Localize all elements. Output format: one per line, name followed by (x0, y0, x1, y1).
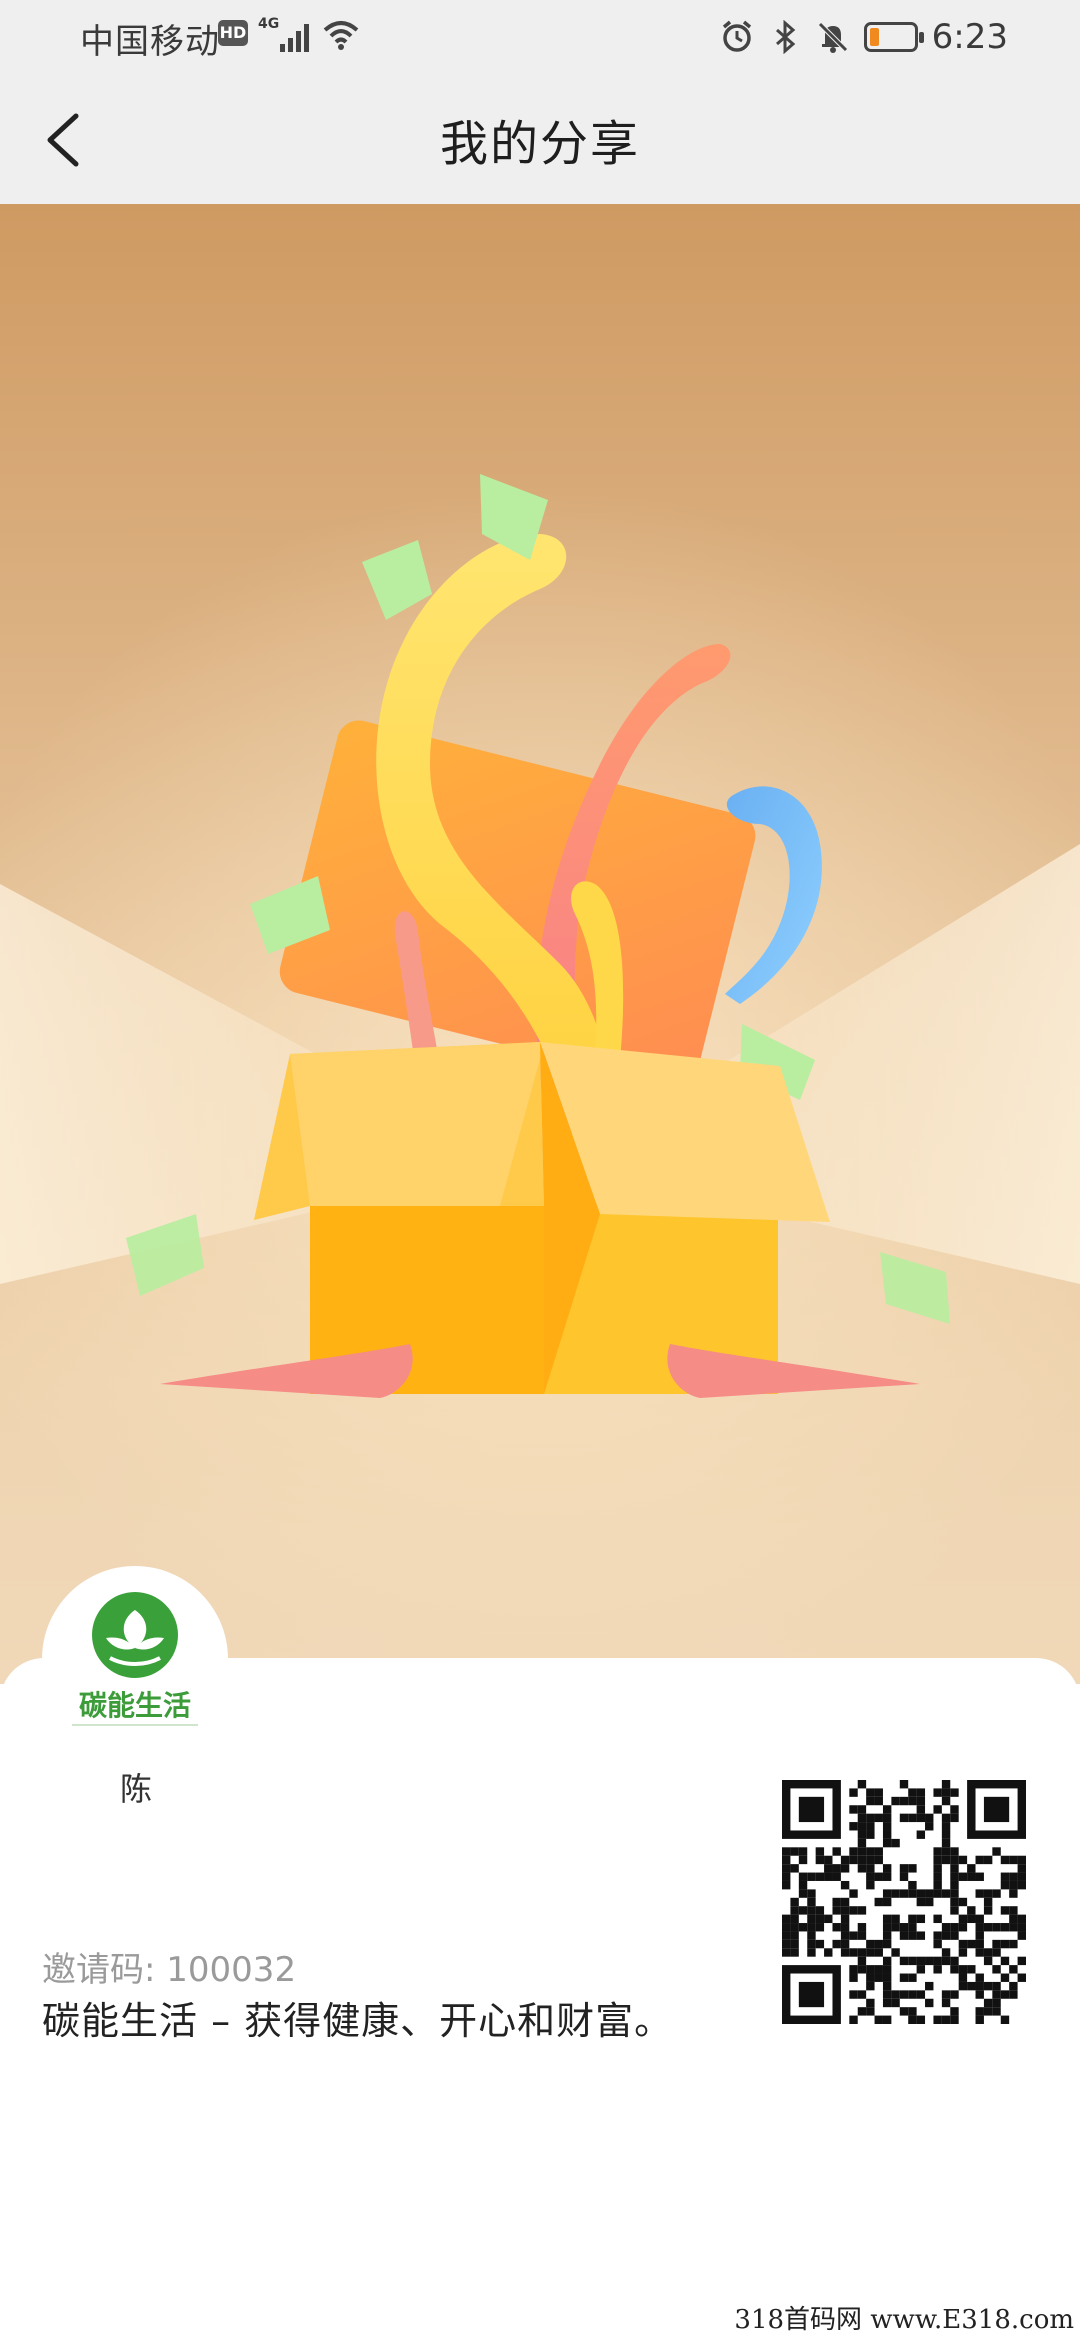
alarm-icon (722, 20, 751, 52)
page-title: 我的分享 (439, 116, 640, 172)
watermark-text: 318首码网 www.E318.com (734, 2305, 1074, 2335)
qr-code[interactable] (782, 1780, 1026, 2024)
logo-text: 碳能生活 (78, 1689, 191, 1722)
carrier-name: 中国移动 (80, 22, 220, 62)
mute-bell-icon (817, 22, 848, 53)
battery-level-fill (869, 28, 879, 46)
invite-code-value: 100032 (166, 1950, 297, 1990)
status-bar: 中国移动 HD 4G 6:23 (0, 0, 1080, 74)
network-type: 4G (258, 16, 280, 32)
gift-box-flap-left-top (290, 1042, 544, 1206)
clock: 6:23 (931, 17, 1008, 57)
signal-icon (280, 24, 309, 52)
bluetooth-icon (775, 20, 795, 54)
slogan-text: 碳能生活 – 获得健康、开心和财富。 (42, 1999, 674, 2043)
invite-label: 邀请码: (42, 1950, 156, 1990)
logo-divider (72, 1724, 198, 1726)
gift-illustration-svg (0, 204, 1080, 1684)
nav-bar: 我的分享 (0, 74, 1080, 204)
user-name: 陈 (120, 1770, 153, 1808)
gift-box-illustration (0, 204, 1080, 1684)
hd-badge: HD (218, 20, 248, 46)
leaf-logo-icon (92, 1592, 178, 1678)
wifi-icon (323, 21, 359, 50)
invite-code: 邀请码: 100032 (42, 1942, 296, 1991)
battery-low-icon (863, 22, 924, 52)
app-logo: 碳能生活 (42, 1566, 228, 1752)
